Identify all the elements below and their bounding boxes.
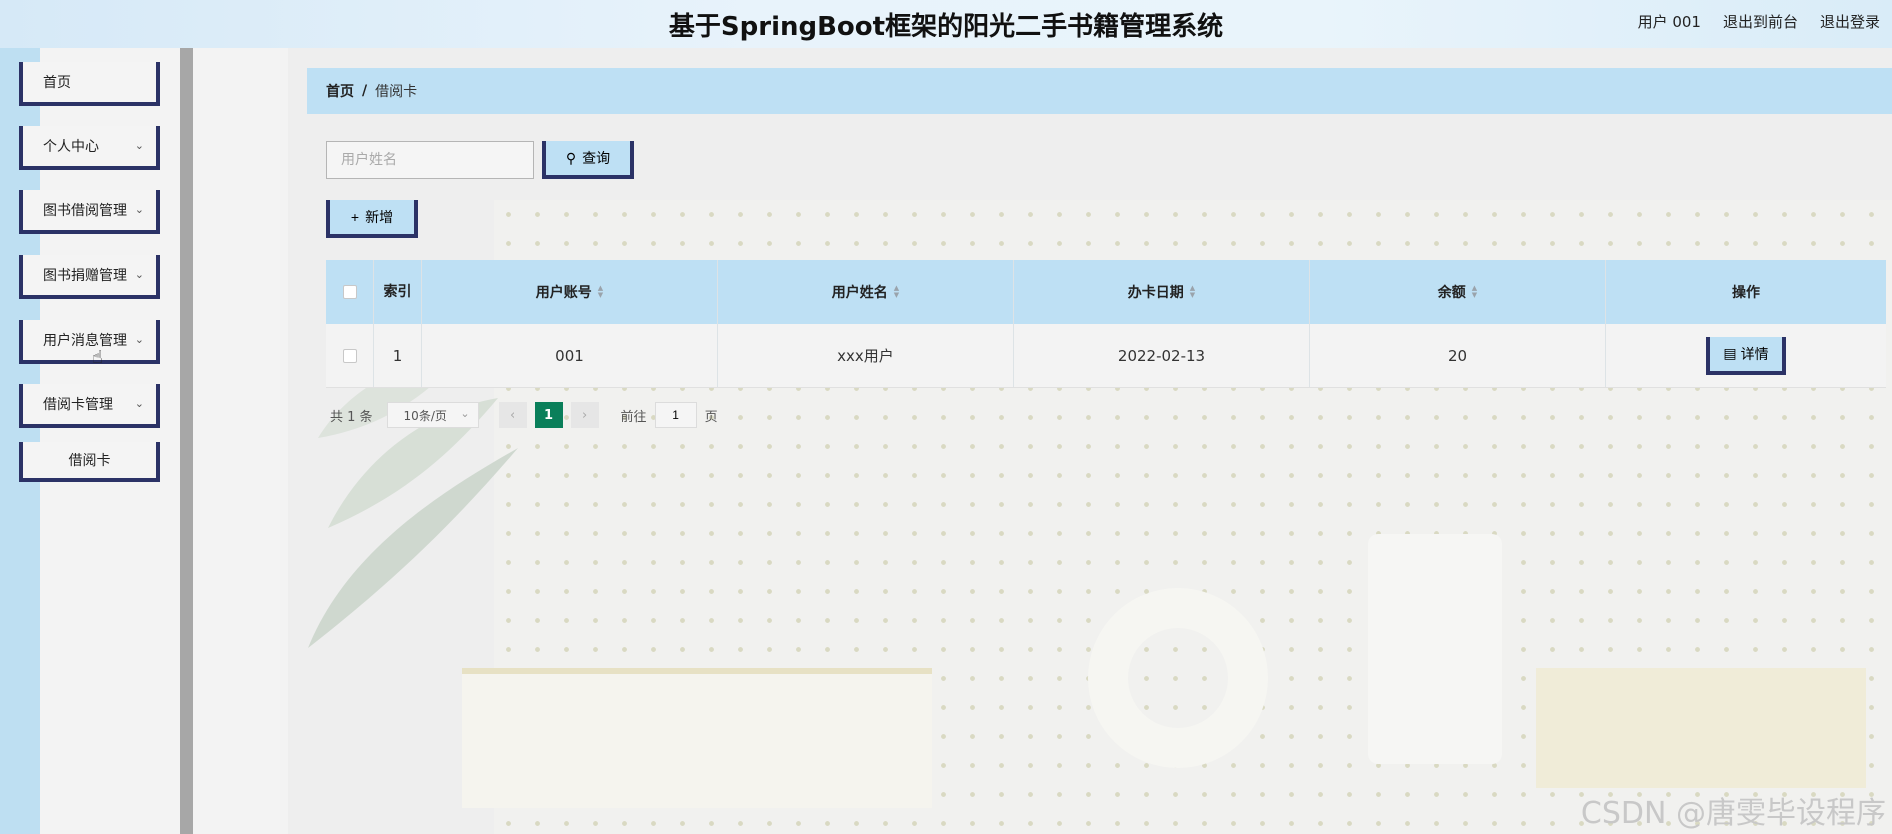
breadcrumb-separator: / [362, 83, 368, 99]
detail-button-label: 详情 [1740, 345, 1769, 362]
next-page-button[interactable]: › [570, 402, 599, 428]
sidebar-item-personal-center[interactable]: 个人中心 ⌄ [19, 126, 160, 170]
add-button-label: 新增 [365, 209, 394, 225]
cell-operation: ▤ 详情 [1606, 324, 1886, 387]
table-header: 索引 用户账号 ▲ ▼ 用户姓名 ▲ ▼ 办卡日期 ▲ ▼ 余额 ▲ ▼ 操作 [326, 260, 1886, 324]
sort-icon[interactable]: ▲ ▼ [1472, 285, 1477, 299]
chevron-down-icon: ⌄ [134, 268, 144, 281]
select-all-cell [326, 260, 374, 324]
sidebar-item-label: 个人中心 [43, 139, 99, 155]
sidebar-item-label: 首页 [43, 75, 71, 91]
sidebar-item-book-donation[interactable]: 图书捐赠管理 ⌄ [19, 255, 160, 299]
page-size-select[interactable]: 10条/页 ⌄ [386, 402, 479, 428]
box-decoration [1536, 668, 1866, 788]
chevron-down-icon: ⌄ [134, 203, 144, 216]
header-label: 用户账号 [535, 285, 592, 301]
cylinder-decoration [1368, 534, 1502, 764]
sidebar-item-label: 用户消息管理 [43, 333, 127, 349]
column-header-date[interactable]: 办卡日期 ▲ ▼ [1014, 260, 1310, 324]
column-header-account[interactable]: 用户账号 ▲ ▼ [422, 260, 718, 324]
query-button-label: 查询 [582, 150, 611, 166]
watermark: CSDN @唐雯毕设程序 [1580, 796, 1886, 831]
sidebar-item-label: 借阅卡管理 [43, 397, 113, 413]
goto-label: 前往 [620, 409, 647, 425]
logout-link[interactable]: 退出登录 [1820, 11, 1880, 32]
gutter [193, 48, 288, 834]
document-icon: ▤ [1723, 345, 1737, 361]
header-label: 余额 [1437, 285, 1466, 301]
hand-cursor-icon: ☝ [92, 347, 103, 368]
sidebar-item-label: 借阅卡 [68, 453, 111, 469]
pagination: 共 1 条 10条/页 ⌄ ‹ 1 › 前往 页 [330, 400, 718, 430]
header-label: 办卡日期 [1127, 285, 1184, 301]
prev-page-button[interactable]: ‹ [498, 402, 527, 428]
detail-button[interactable]: ▤ 详情 [1706, 336, 1786, 375]
chevron-right-icon: › [581, 407, 588, 423]
sidebar-item-book-borrow[interactable]: 图书借阅管理 ⌄ [19, 190, 160, 234]
sidebar-item-user-messages[interactable]: 用户消息管理 ⌄ [19, 320, 160, 364]
box-decoration [462, 668, 932, 808]
add-button[interactable]: + 新增 [326, 200, 418, 238]
tape-decoration [1088, 588, 1268, 768]
breadcrumb-home[interactable]: 首页 [326, 81, 354, 101]
search-icon: ⚲ [565, 149, 577, 166]
column-header-balance[interactable]: 余额 ▲ ▼ [1310, 260, 1606, 324]
chevron-left-icon: ‹ [509, 407, 516, 423]
cell-account: 001 [422, 324, 718, 387]
cell-index: 1 [374, 324, 422, 387]
column-header-name[interactable]: 用户姓名 ▲ ▼ [718, 260, 1014, 324]
row-checkbox[interactable] [342, 348, 357, 363]
goto-page-input[interactable] [654, 402, 697, 428]
sort-icon[interactable]: ▲ ▼ [894, 285, 899, 299]
page-suffix: 页 [704, 409, 718, 425]
pagination-total: 共 1 条 [330, 409, 373, 425]
page-size-value: 10条/页 [403, 408, 447, 423]
top-header: 基于SpringBoot框架的阳光二手书籍管理系统 用户 001 退出到前台 退… [0, 0, 1892, 48]
select-all-checkbox[interactable] [342, 285, 357, 299]
chevron-down-icon: ⌄ [460, 407, 470, 420]
sidebar-item-card-management[interactable]: 借阅卡管理 ⌄ [19, 384, 160, 428]
table-row: 1 001 xxx用户 2022-02-13 20 ▤ 详情 [326, 324, 1886, 388]
sidebar-item-label: 图书借阅管理 [43, 203, 127, 219]
sidebar-subitem-card[interactable]: 借阅卡 [19, 442, 160, 482]
cell-name: xxx用户 [718, 324, 1014, 387]
exit-front-link[interactable]: 退出到前台 [1723, 11, 1798, 32]
sort-icon[interactable]: ▲ ▼ [598, 285, 603, 299]
chevron-down-icon: ⌄ [134, 397, 144, 410]
sidebar-scrollbar[interactable] [180, 48, 193, 834]
chevron-down-icon: ⌄ [134, 139, 144, 152]
sort-icon[interactable]: ▲ ▼ [1190, 285, 1195, 299]
plus-icon: + [350, 209, 360, 225]
cell-date: 2022-02-13 [1014, 324, 1310, 387]
search-input[interactable] [326, 141, 534, 179]
user-name[interactable]: 用户 001 [1638, 11, 1701, 32]
breadcrumb: 首页 / 借阅卡 [307, 68, 1892, 114]
column-header-operation: 操作 [1732, 285, 1760, 301]
sidebar-item-home[interactable]: 首页 [19, 62, 160, 106]
header-links: 用户 001 退出到前台 退出登录 [1638, 11, 1880, 32]
app-title: 基于SpringBoot框架的阳光二手书籍管理系统 [668, 12, 1224, 42]
row-select-cell [326, 324, 374, 387]
query-button[interactable]: ⚲ 查询 [542, 141, 634, 179]
breadcrumb-current: 借阅卡 [375, 84, 418, 100]
page-number-active[interactable]: 1 [534, 402, 563, 428]
main-content: 首页 / 借阅卡 ⚲ 查询 + 新增 索引 用户账号 ▲▼ 用户姓名 ▲▼ 办卡日期… [288, 48, 1892, 834]
chevron-down-icon: ⌄ [134, 333, 144, 346]
column-header-index: 索引 [374, 260, 422, 324]
data-table: 索引 用户账号 ▲ ▼ 用户姓名 ▲ ▼ 办卡日期 ▲ ▼ 余额 ▲ ▼ 操作 1 001 xx… [326, 260, 1886, 388]
cell-balance: 20 [1310, 324, 1606, 387]
header-label: 用户姓名 [831, 285, 888, 301]
sidebar-item-label: 图书捐赠管理 [43, 268, 127, 284]
